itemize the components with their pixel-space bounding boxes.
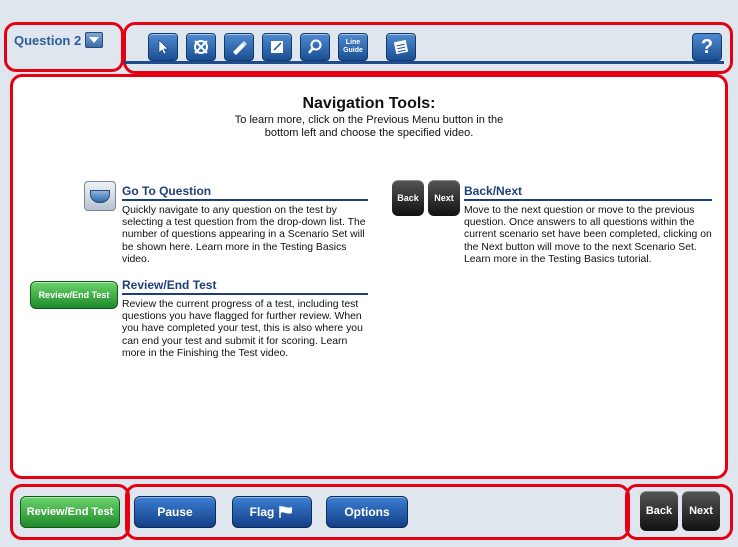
pause-button[interactable]: Pause — [134, 496, 216, 528]
go-to-question-text: Quickly navigate to any question on the … — [122, 205, 366, 265]
page-title: Navigation Tools: — [302, 95, 436, 112]
calculator-tool-button[interactable] — [386, 33, 416, 61]
review-end-heading: Review/End Test — [122, 278, 368, 295]
flag-icon — [279, 506, 293, 518]
review-end-section: Review/End Test Review the current progr… — [122, 278, 368, 360]
cursor-icon — [158, 39, 169, 55]
calculator-icon — [393, 39, 409, 55]
flag-label: Flag — [249, 505, 275, 519]
strikeout-tool-button[interactable] — [186, 33, 216, 61]
review-end-icon: Review/End Test — [30, 281, 118, 309]
toolbar: Line Guide — [148, 33, 416, 61]
back-next-text: Move to the next question or move to the… — [464, 205, 712, 265]
strikeout-icon — [194, 40, 208, 54]
options-button[interactable]: Options — [326, 496, 408, 528]
line-guide-button[interactable]: Line Guide — [338, 33, 368, 61]
notepad-icon — [271, 41, 283, 53]
chevron-down-icon[interactable] — [85, 32, 104, 48]
pointer-tool-button[interactable] — [148, 33, 178, 61]
review-end-test-button[interactable]: Review/End Test — [20, 496, 120, 528]
page-subtitle: To learn more, click on the Previous Men… — [0, 114, 738, 140]
notepad-tool-button[interactable] — [262, 33, 292, 61]
help-button[interactable]: ? — [692, 33, 722, 61]
go-to-question-section: Go To Question Quickly navigate to any q… — [122, 184, 368, 266]
subtitle-line-1: To learn more, click on the Previous Men… — [234, 114, 504, 126]
highlighter-icon — [233, 41, 247, 55]
back-next-section: Back/Next Move to the next question or m… — [464, 184, 712, 266]
next-icon: Next — [428, 180, 460, 216]
go-to-question-heading: Go To Question — [122, 184, 368, 201]
next-button[interactable]: Next — [682, 491, 720, 531]
review-end-text: Review the current progress of a test, i… — [122, 299, 363, 359]
back-icon: Back — [392, 180, 424, 216]
magnifier-tool-button[interactable] — [300, 33, 330, 61]
highlighter-tool-button[interactable] — [224, 33, 254, 61]
question-select[interactable]: Question 2 — [14, 32, 104, 48]
go-to-question-icon — [84, 181, 116, 211]
flag-button[interactable]: Flag — [232, 496, 312, 528]
toolbar-rule — [124, 61, 724, 64]
question-label: Question 2 — [14, 32, 82, 48]
magnifier-icon — [308, 39, 322, 54]
app-window: Question 2 Line Guide ? Navigation Tools… — [0, 0, 738, 547]
subtitle-line-2: bottom left and choose the specified vid… — [264, 127, 474, 139]
back-button[interactable]: Back — [640, 491, 678, 531]
back-next-heading: Back/Next — [464, 184, 712, 201]
